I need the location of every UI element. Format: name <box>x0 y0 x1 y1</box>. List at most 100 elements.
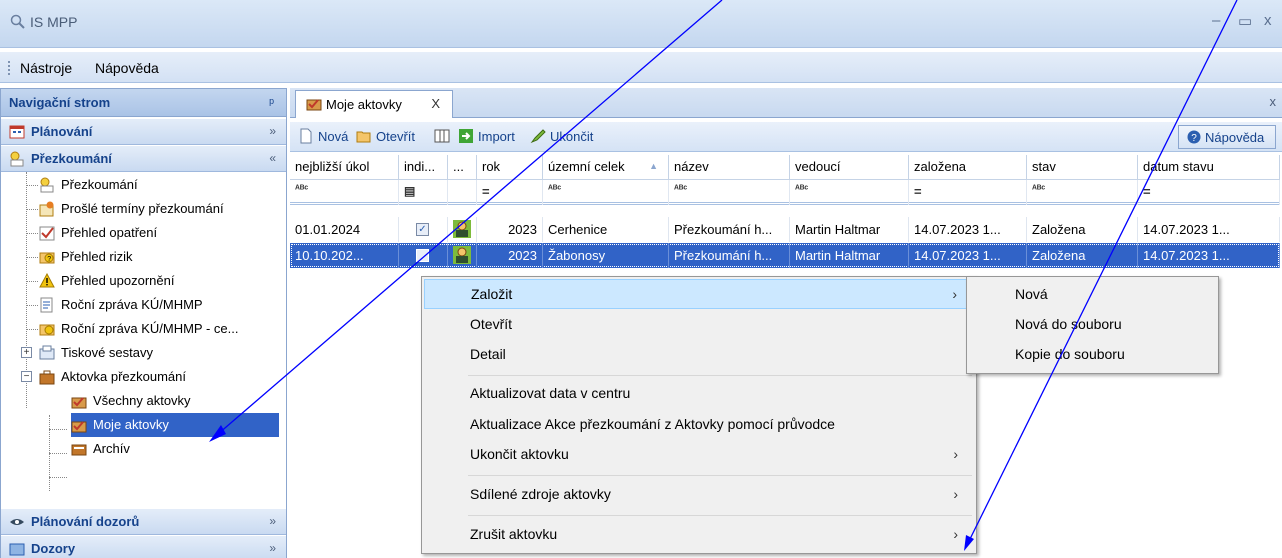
briefcase-icon <box>39 370 55 385</box>
menu-item-zalozit[interactable]: Založit › <box>424 279 974 309</box>
menu-item-detail[interactable]: Detail <box>424 340 974 370</box>
help-button[interactable]: ? Nápověda <box>1178 125 1276 149</box>
col-vedouci[interactable]: vedoucí <box>790 155 909 180</box>
group-planovani[interactable]: Plánování » <box>1 119 286 145</box>
review-icon <box>40 177 54 193</box>
menu-item-otevrit[interactable]: Otevřít <box>424 310 974 340</box>
tab-moje-aktovky[interactable]: Moje aktovky X <box>295 90 453 118</box>
close-button[interactable]: x <box>1264 12 1272 29</box>
menu-item-ukoncit-aktovku[interactable]: Ukončit aktovku › <box>424 440 974 470</box>
grid-header: nejbližší úkol indi... ... rok územní ce… <box>290 155 1280 180</box>
chevron-down-icon: » <box>269 124 276 138</box>
col-rok[interactable]: rok <box>477 155 543 180</box>
tree-item-prezkoumani[interactable]: Přezkoumání <box>39 173 279 197</box>
filter-cell[interactable]: ᴬᴮᶜ <box>543 180 669 205</box>
table-row[interactable]: 01.01.2024 ✓ 2023 Cerhenice Přezkoumání … <box>290 217 1280 242</box>
tree-item-prehled-opatreni[interactable]: Přehled opatření <box>39 221 279 245</box>
chevron-right-icon: › <box>953 446 958 462</box>
filter-cell[interactable]: ᴬᴮᶜ <box>1027 180 1138 205</box>
menu-item-zrusit-aktovku[interactable]: Zrušit aktovku › <box>424 520 974 550</box>
check-pencil-icon <box>530 129 546 144</box>
finish-button[interactable]: Ukončit <box>530 128 593 144</box>
submenu-item-kopie-do-souboru[interactable]: Kopie do souboru <box>969 340 1216 370</box>
supervision-icon <box>9 543 25 556</box>
group-prezkoumani[interactable]: Přezkoumání « <box>1 146 286 172</box>
col-stav[interactable]: stav <box>1027 155 1138 180</box>
tree-item-moje-aktovky[interactable]: Moje aktovky <box>71 413 279 437</box>
menu-nastroje[interactable]: Nástroje <box>20 60 72 76</box>
chevron-down-icon: » <box>269 541 276 555</box>
pin-icon[interactable]: ᵖ <box>269 95 274 110</box>
col-zalozena[interactable]: založena <box>909 155 1027 180</box>
maximize-button[interactable]: ▭ <box>1238 12 1252 30</box>
svg-text:?: ? <box>1191 133 1197 144</box>
report-icon <box>40 297 53 313</box>
chevron-down-icon: » <box>269 514 276 528</box>
tab-strip: Moje aktovky X x <box>290 88 1282 118</box>
new-button[interactable]: Nová <box>298 128 348 144</box>
expand-icon[interactable]: + <box>21 347 32 358</box>
context-menu: Založit › Otevřít Detail Aktualizovat dat… <box>421 276 977 554</box>
menu-separator <box>468 475 972 476</box>
filter-cell[interactable]: ▤ <box>399 180 448 205</box>
submenu-item-nova[interactable]: Nová <box>969 280 1216 310</box>
open-button[interactable]: Otevřít <box>356 128 415 144</box>
group-label: Přezkoumání <box>31 151 112 166</box>
collapse-icon[interactable]: − <box>21 371 32 382</box>
col-nazev[interactable]: název <box>669 155 790 180</box>
menu-separator <box>468 375 972 376</box>
tree-item-prehled-upozorneni[interactable]: Přehled upozornění <box>39 269 279 293</box>
minimize-button[interactable]: – <box>1212 12 1220 29</box>
menu-napoveda[interactable]: Nápověda <box>95 60 159 76</box>
chevron-right-icon: › <box>953 486 958 502</box>
tree-item-vsechny-aktovky[interactable]: Všechny aktovky <box>71 389 281 413</box>
table-row-selected[interactable]: 10.10.202... 2023 Žabonosy Přezkoumání h… <box>290 243 1280 268</box>
col-nejblizsi-ukol[interactable]: nejbližší úkol <box>290 155 399 180</box>
chevron-right-icon: › <box>953 526 958 542</box>
filter-cell[interactable]: ᴬᴮᶜ <box>290 180 399 205</box>
menu-item-aktualizovat[interactable]: Aktualizovat data v centru <box>424 379 974 409</box>
menu-item-aktualizace-akce[interactable]: Aktualizace Akce přezkoumání z Aktovky p… <box>424 410 974 440</box>
menu-item-sdilene-zdroje[interactable]: Sdílené zdroje aktovky › <box>424 480 974 510</box>
checkbox-checked-icon[interactable]: ✓ <box>416 223 429 236</box>
tree-item-aktovka[interactable]: Aktovka přezkoumání <box>39 365 279 389</box>
submenu-item-nova-do-souboru[interactable]: Nová do souboru <box>969 310 1216 340</box>
chevron-right-icon: › <box>952 286 957 302</box>
print-folder-icon <box>39 345 55 360</box>
review-icon <box>10 151 24 167</box>
navigation-panel: Navigační strom ᵖ Plánování » Přezkoumán… <box>0 88 287 558</box>
col-uzemni-celek[interactable]: územní celek ▲ <box>543 155 669 180</box>
group-planovani-dozoru[interactable]: Plánování dozorů » <box>1 509 286 535</box>
col-indikator[interactable]: indi... <box>399 155 448 180</box>
filter-cell[interactable]: ᴬᴮᶜ <box>669 180 790 205</box>
tree-item-tiskove-sestavy[interactable]: Tiskové sestavy <box>39 341 279 365</box>
warning-icon <box>39 273 55 288</box>
tree-item-archiv[interactable]: Archív <box>71 437 281 461</box>
close-all-icon[interactable]: x <box>1270 94 1277 109</box>
group-label: Plánování <box>31 124 93 139</box>
group-dozory[interactable]: Dozory » <box>1 536 286 558</box>
risk-icon <box>39 324 55 336</box>
tree-item-prehled-rizik[interactable]: ? Přehled rizik <box>39 245 279 269</box>
col-extra[interactable]: ... <box>448 155 477 180</box>
filter-cell[interactable] <box>448 180 477 205</box>
filter-cell[interactable]: = <box>1138 180 1280 205</box>
calendar-icon <box>9 125 25 139</box>
tree-item-prosle-terminy[interactable]: Prošlé termíny přezkoumání <box>39 197 279 221</box>
col-datum-stavu[interactable]: datum stavu <box>1138 155 1280 180</box>
checkbox-icon[interactable] <box>416 249 429 262</box>
filter-cell[interactable]: = <box>909 180 1027 205</box>
nav-tree: Přezkoumání Prošlé termíny přezkoumání P… <box>1 172 286 502</box>
briefcase-check-icon <box>306 99 322 111</box>
import-button[interactable]: Import <box>458 128 515 144</box>
tree-item-rocni-zprava-ce[interactable]: Roční zpráva KÚ/MHMP - ce... <box>39 317 279 341</box>
columns-button[interactable] <box>434 128 454 144</box>
svg-text:?: ? <box>47 256 51 263</box>
user-icon <box>453 246 471 264</box>
tree-item-rocni-zprava[interactable]: Roční zpráva KÚ/MHMP <box>39 293 279 317</box>
folder-open-icon <box>356 131 371 143</box>
menu-bar: Nástroje Nápověda <box>0 52 1282 83</box>
filter-cell[interactable]: ᴬᴮᶜ <box>790 180 909 205</box>
filter-cell[interactable]: = <box>477 180 543 205</box>
tab-close-icon[interactable]: X <box>431 96 440 111</box>
